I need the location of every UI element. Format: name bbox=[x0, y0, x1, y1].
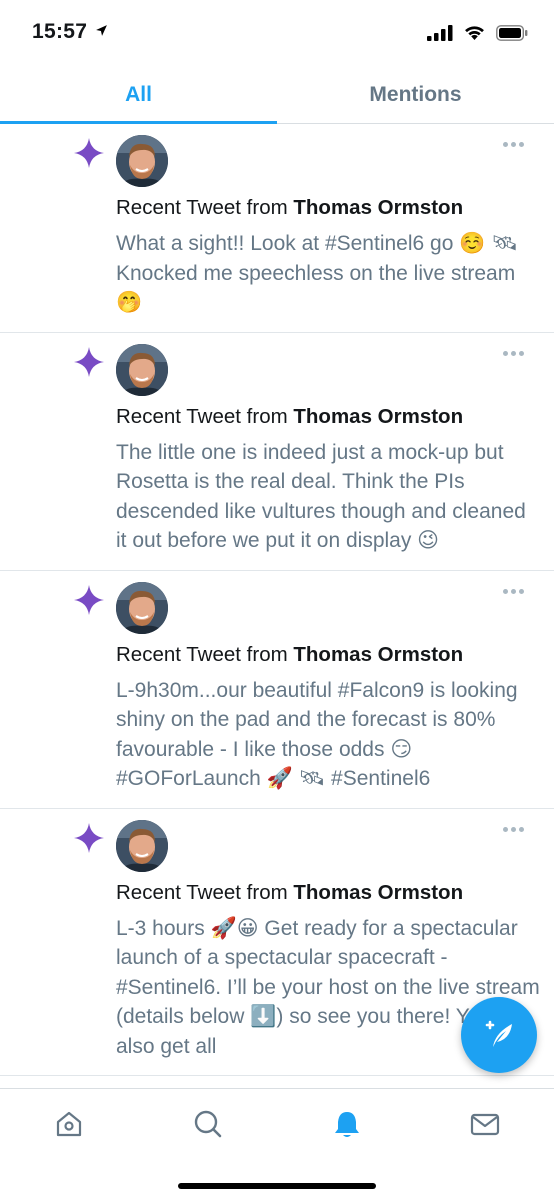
more-options-icon[interactable] bbox=[503, 142, 524, 147]
compose-tweet-button[interactable] bbox=[461, 997, 537, 1073]
search-icon[interactable] bbox=[191, 1107, 225, 1141]
notifications-feed[interactable]: Recent Tweet from Thomas Ormston What a … bbox=[0, 124, 554, 1088]
compose-feather-icon bbox=[485, 1020, 512, 1047]
author-name[interactable]: Thomas Ormston bbox=[293, 196, 463, 219]
location-arrow-icon bbox=[96, 25, 108, 36]
home-icon[interactable] bbox=[52, 1107, 86, 1141]
sparkle-icon bbox=[74, 138, 104, 168]
author-name[interactable]: Thomas Ormston bbox=[293, 643, 463, 666]
wifi-icon bbox=[465, 26, 484, 41]
notifications-bell-icon[interactable] bbox=[330, 1107, 364, 1141]
tweet-text: The little one is indeed just a mock-up … bbox=[116, 440, 526, 553]
notification-headline: Recent Tweet from Thomas Ormston bbox=[116, 405, 463, 429]
notification-item[interactable]: Recent Tweet from Thomas Ormston The lit… bbox=[0, 333, 554, 571]
notification-item[interactable]: Recent Tweet from Thomas Ormston What a … bbox=[0, 124, 554, 333]
status-bar: 15:57 bbox=[0, 0, 554, 66]
avatar[interactable] bbox=[116, 819, 168, 872]
battery-icon bbox=[496, 24, 528, 41]
more-options-icon[interactable] bbox=[503, 350, 524, 356]
tab-mentions[interactable]: Mentions bbox=[277, 66, 554, 123]
headline-prefix: Recent Tweet from bbox=[116, 404, 294, 428]
author-name[interactable]: Thomas Ormston bbox=[293, 405, 463, 428]
more-options-icon[interactable] bbox=[503, 588, 524, 594]
tab-all[interactable]: All bbox=[0, 66, 277, 124]
author-name[interactable]: Thomas Ormston bbox=[293, 881, 463, 904]
notification-headline: Recent Tweet from Thomas Ormston bbox=[116, 643, 463, 667]
headline-prefix: Recent Tweet from bbox=[116, 880, 294, 904]
tweet-text: L-9h30m...our beautiful #Falcon9 is look… bbox=[116, 678, 518, 791]
avatar-image bbox=[116, 135, 168, 187]
notification-item[interactable]: Recent Tweet from Thomas Ormston L-9h30m… bbox=[0, 571, 554, 809]
sparkle-icon bbox=[74, 584, 104, 615]
status-time: 15:57 bbox=[32, 20, 108, 44]
home-indicator[interactable] bbox=[178, 1183, 376, 1189]
tweet-text: What a sight!! Look at #Sentinel6 go ☺️ … bbox=[116, 232, 518, 314]
avatar-image bbox=[116, 343, 168, 396]
more-options-icon[interactable] bbox=[503, 826, 524, 832]
headline-prefix: Recent Tweet from bbox=[116, 642, 294, 666]
sparkle-icon bbox=[74, 346, 104, 377]
notification-headline: Recent Tweet from Thomas Ormston bbox=[116, 196, 463, 220]
sparkle-icon bbox=[74, 822, 104, 853]
headline-prefix: Recent Tweet from bbox=[116, 196, 294, 219]
notifications-tabs: All Mentions bbox=[0, 66, 554, 124]
cellular-signal-icon bbox=[427, 24, 453, 41]
avatar-image bbox=[116, 819, 168, 872]
notification-headline: Recent Tweet from Thomas Ormston bbox=[116, 881, 463, 905]
avatar[interactable] bbox=[116, 343, 168, 396]
avatar[interactable] bbox=[116, 581, 168, 634]
avatar-image bbox=[116, 581, 168, 634]
messages-envelope-icon[interactable] bbox=[468, 1107, 502, 1141]
avatar[interactable] bbox=[116, 135, 168, 187]
